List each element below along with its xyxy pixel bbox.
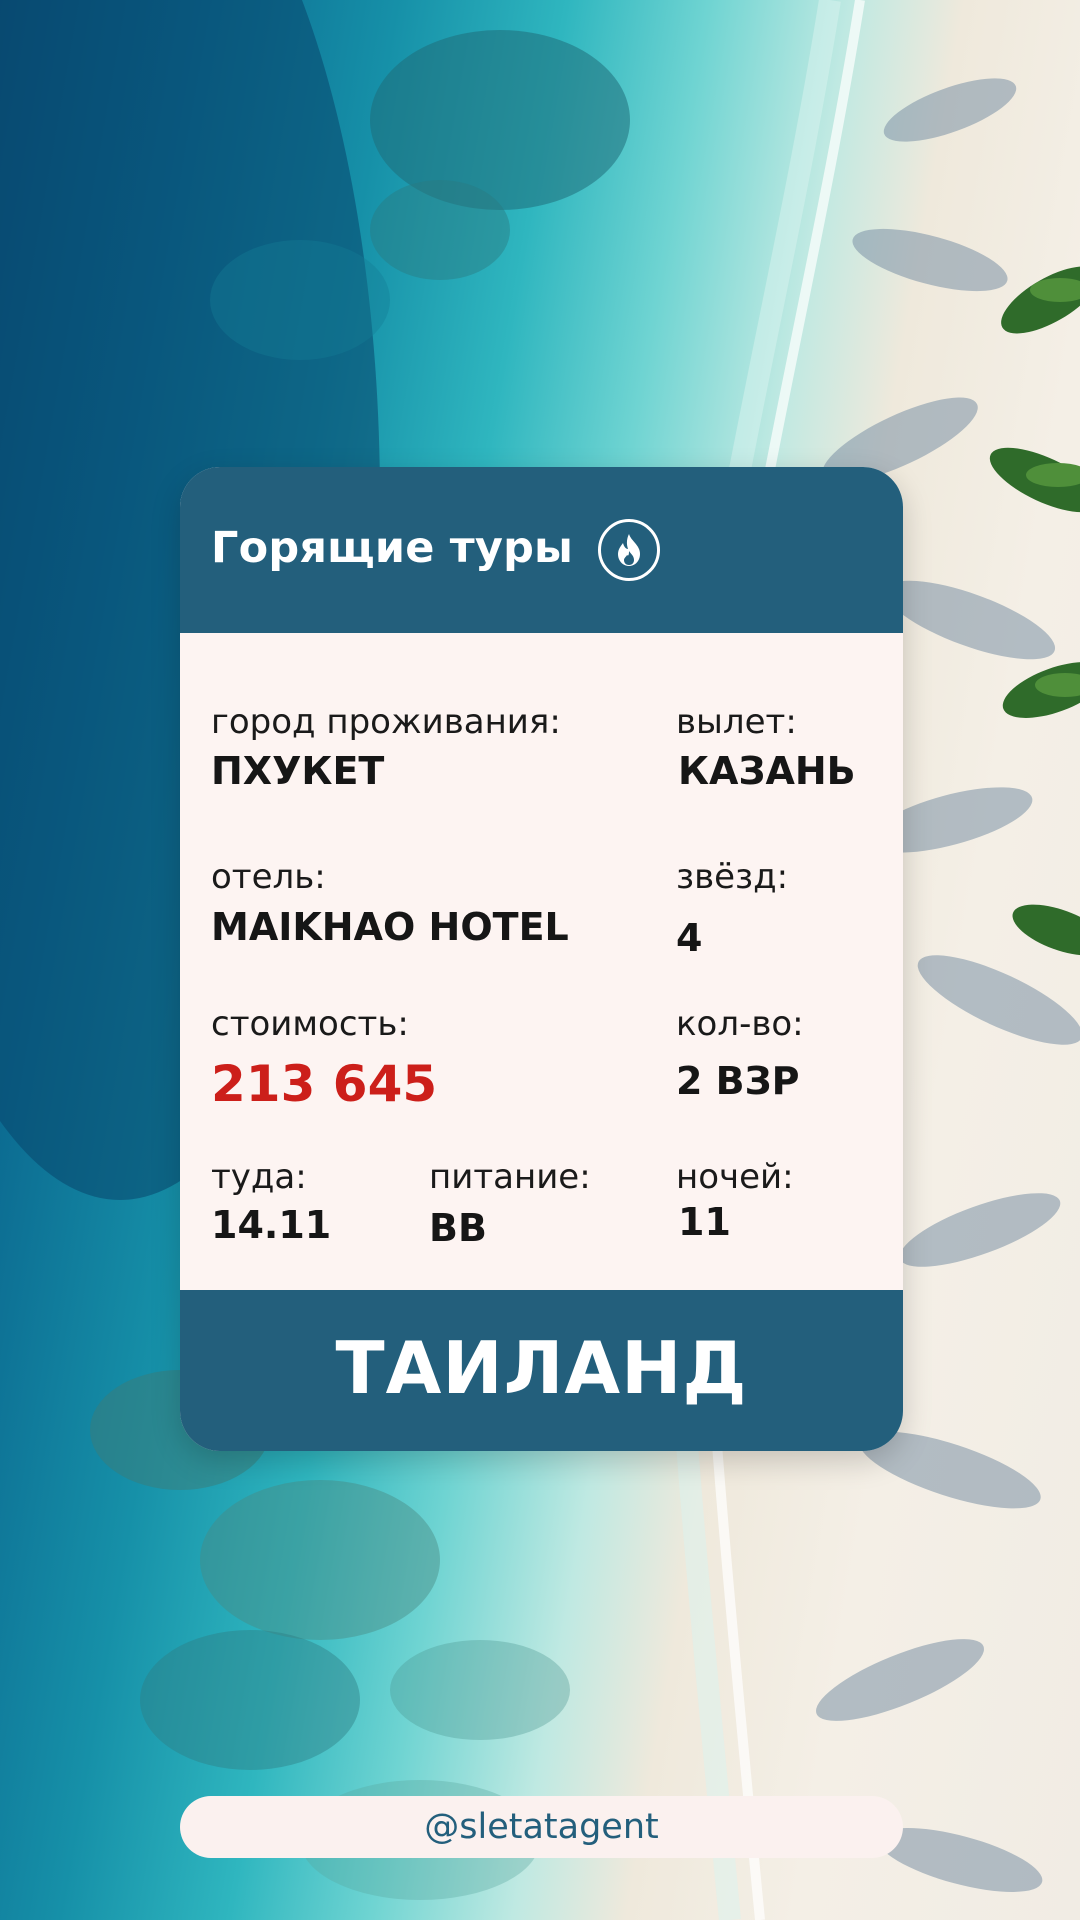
price-label: стоимость:: [211, 1004, 409, 1044]
city-label: город проживания:: [211, 702, 561, 742]
nights-value: 11: [678, 1200, 731, 1244]
guests-label: кол-во:: [676, 1004, 804, 1044]
date-label: туда:: [211, 1157, 307, 1197]
account-handle-link[interactable]: @sletatagent: [180, 1796, 903, 1858]
nights-label: ночей:: [676, 1157, 794, 1197]
city-value: ПХУКЕТ: [211, 749, 385, 793]
departure-value: КАЗАНЬ: [678, 749, 856, 793]
card-footer: ТАИЛАНД: [180, 1290, 903, 1451]
stars-label: звёзд:: [676, 857, 789, 897]
hotel-value: MAIKHAO HOTEL: [211, 905, 569, 949]
hot-tour-card: Горящие туры город проживания: ПХУКЕТ вы…: [180, 467, 903, 1451]
hotel-label: отель:: [211, 857, 326, 897]
meal-label: питание:: [429, 1157, 591, 1197]
guests-value: 2 ВЗР: [676, 1059, 800, 1103]
date-value: 14.11: [211, 1203, 332, 1247]
price-value: 213 645: [211, 1055, 438, 1113]
card-header: Горящие туры: [180, 467, 903, 633]
stars-value: 4: [676, 916, 703, 960]
meal-value: BB: [429, 1206, 487, 1250]
fire-icon: [598, 519, 660, 581]
departure-label: вылет:: [676, 702, 797, 742]
card-title: Горящие туры: [211, 523, 574, 573]
country-title: ТАИЛАНД: [335, 1326, 748, 1410]
